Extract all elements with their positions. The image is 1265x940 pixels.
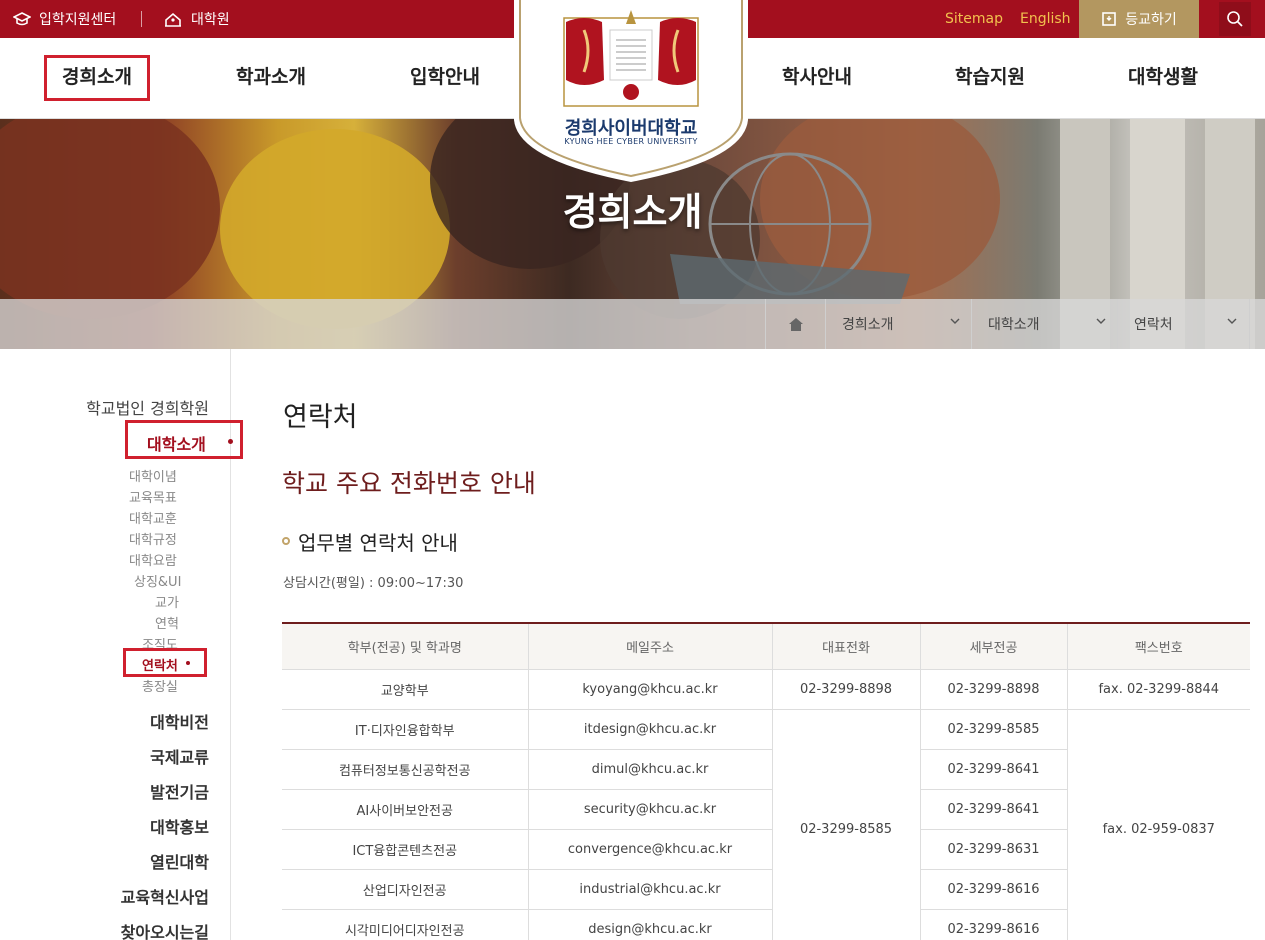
breadcrumb-level2-label: 대학소개 (988, 317, 1040, 333)
section-title: 학교 주요 전화번호 안내 (282, 469, 536, 498)
table-header-row: 학부(전공) 및 학과명 메일주소 대표전화 세부전공 팩스번호 (282, 623, 1250, 670)
nav-item-departments[interactable]: 학과소개 (218, 38, 324, 119)
sidebar-item-foundation[interactable]: 학교법인 경희학원 (86, 395, 209, 419)
sidebar-subitem[interactable]: 대학교훈 (129, 508, 177, 527)
table-row: IT·디자인융합학부 itdesign@khcu.ac.kr 02-3299-8… (282, 709, 1250, 940)
column-header: 대표전화 (772, 623, 921, 670)
sidebar-section[interactable]: 국제교류 (150, 744, 209, 768)
sitemap-link[interactable]: Sitemap (945, 0, 1003, 38)
subsection-title: 업무별 연락처 안내 (298, 531, 458, 555)
graduate-school-link[interactable]: 대학원 (163, 0, 230, 38)
fax-cell: fax. 02-959-0837 (1067, 709, 1250, 940)
detail-phone-cell: 02-3299-8641 (920, 749, 1068, 790)
search-icon (1227, 11, 1243, 27)
breadcrumb-level2-dropdown[interactable]: 대학소개 (971, 299, 1118, 349)
logo-name-en: KYUNG HEE CYBER UNIVERSITY (564, 137, 698, 146)
sidebar-subitem[interactable]: 연혁 (155, 613, 179, 632)
sidebar-section[interactable]: 찾아오시는길 (121, 919, 209, 940)
main-phone-cell: 02-3299-8898 (772, 669, 921, 710)
dept-cell: IT·디자인융합학부 (282, 709, 529, 750)
sidebar-subitem[interactable]: 대학이념 (129, 466, 177, 485)
sidebar-section[interactable]: 열린대학 (150, 849, 209, 873)
main-phone-cell: 02-3299-8585 (772, 709, 921, 940)
column-header: 팩스번호 (1067, 623, 1250, 670)
graduate-school-label: 대학원 (191, 12, 230, 28)
nav-item-admissions[interactable]: 입학안내 (392, 38, 498, 119)
graduation-cap-icon (13, 12, 31, 26)
home-icon (788, 317, 803, 331)
sidebar-subitem[interactable]: 상징&UI (134, 571, 181, 590)
breadcrumb-level3-dropdown[interactable]: 연락처 (1117, 299, 1250, 349)
email-cell[interactable]: kyoyang@khcu.ac.kr (528, 669, 773, 710)
fax-cell: fax. 02-3299-8844 (1067, 669, 1250, 710)
dept-cell: ICT융합콘텐츠전공 (282, 829, 529, 870)
sidebar-subitem[interactable]: 대학규정 (129, 529, 177, 548)
highlight-box (44, 55, 150, 101)
sidebar-subitem[interactable]: 총장실 (142, 676, 178, 695)
dept-cell: AI사이버보안전공 (282, 789, 529, 830)
sidebar-section[interactable]: 대학비전 (150, 709, 209, 733)
email-cell[interactable]: convergence@khcu.ac.kr (528, 829, 773, 870)
search-button[interactable] (1219, 2, 1251, 36)
sidebar-subitem[interactable]: 대학요람 (129, 550, 177, 569)
sidebar-subitem[interactable]: 교가 (155, 592, 179, 611)
highlight-box (123, 648, 207, 677)
detail-phone-cell: 02-3299-8631 (920, 829, 1068, 870)
email-cell[interactable]: security@khcu.ac.kr (528, 789, 773, 830)
home-button[interactable] (765, 299, 825, 349)
detail-phone-cell: 02-3299-8641 (920, 789, 1068, 830)
email-cell[interactable]: industrial@khcu.ac.kr (528, 869, 773, 910)
enroll-button[interactable]: 등교하기 (1079, 0, 1199, 38)
breadcrumb-level1-label: 경희소개 (842, 317, 894, 333)
breadcrumb-level1-dropdown[interactable]: 경희소개 (825, 299, 972, 349)
divider (141, 11, 142, 27)
door-icon (1102, 12, 1117, 26)
university-logo[interactable]: 경희사이버대학교 KYUNG HEE CYBER UNIVERSITY (514, 0, 748, 182)
admissions-center-link[interactable]: 입학지원센터 (13, 0, 116, 38)
location-bar: 경희소개 대학소개 연락처 (0, 299, 1265, 349)
column-header: 세부전공 (920, 623, 1068, 670)
page-title: 연락처 (283, 402, 358, 433)
hero-title: 경희소개 (562, 190, 703, 234)
sidebar-subitem[interactable]: 교육목표 (129, 487, 177, 506)
highlight-box (125, 420, 243, 459)
bullet-icon (282, 537, 290, 545)
chevron-down-icon (1227, 318, 1237, 324)
english-link[interactable]: English (1020, 0, 1071, 38)
email-cell[interactable]: itdesign@khcu.ac.kr (528, 709, 773, 750)
nav-item-academics[interactable]: 학사안내 (764, 38, 870, 119)
sidebar-section[interactable]: 발전기금 (150, 779, 209, 803)
email-cell[interactable]: dimul@khcu.ac.kr (528, 749, 773, 790)
sidebar-section[interactable]: 교육혁신사업 (121, 884, 209, 908)
detail-phone-cell: 02-3299-8585 (920, 709, 1068, 750)
table-row: 교양학부 kyoyang@khcu.ac.kr 02-3299-8898 02-… (282, 669, 1250, 710)
email-cell[interactable]: design@khcu.ac.kr (528, 909, 773, 940)
chevron-down-icon (1096, 318, 1106, 324)
column-header: 학부(전공) 및 학과명 (282, 623, 529, 670)
column-header: 메일주소 (528, 623, 773, 670)
nav-item-learning-support[interactable]: 학습지원 (937, 38, 1043, 119)
detail-phone-cell: 02-3299-8616 (920, 909, 1068, 940)
admissions-center-label: 입학지원센터 (39, 12, 117, 28)
chevron-down-icon (950, 318, 960, 324)
breadcrumb-level3-label: 연락처 (1134, 317, 1173, 333)
detail-phone-cell: 02-3299-8898 (920, 669, 1068, 710)
sidebar-section[interactable]: 대학홍보 (150, 814, 209, 838)
dept-cell: 시각미디어디자인전공 (282, 909, 529, 940)
university-emblem (514, 0, 748, 182)
dept-cell: 컴퓨터정보통신공학전공 (282, 749, 529, 790)
dept-cell: 산업디자인전공 (282, 869, 529, 910)
building-icon (165, 12, 181, 27)
nav-item-campus-life[interactable]: 대학생활 (1110, 38, 1216, 119)
detail-phone-cell: 02-3299-8616 (920, 869, 1068, 910)
contact-table: 학부(전공) 및 학과명 메일주소 대표전화 세부전공 팩스번호 교양학부 ky… (282, 622, 1250, 940)
enroll-label: 등교하기 (1125, 12, 1177, 28)
consultation-hours: 상담시간(평일) : 09:00~17:30 (283, 576, 464, 591)
dept-cell: 교양학부 (282, 669, 529, 710)
